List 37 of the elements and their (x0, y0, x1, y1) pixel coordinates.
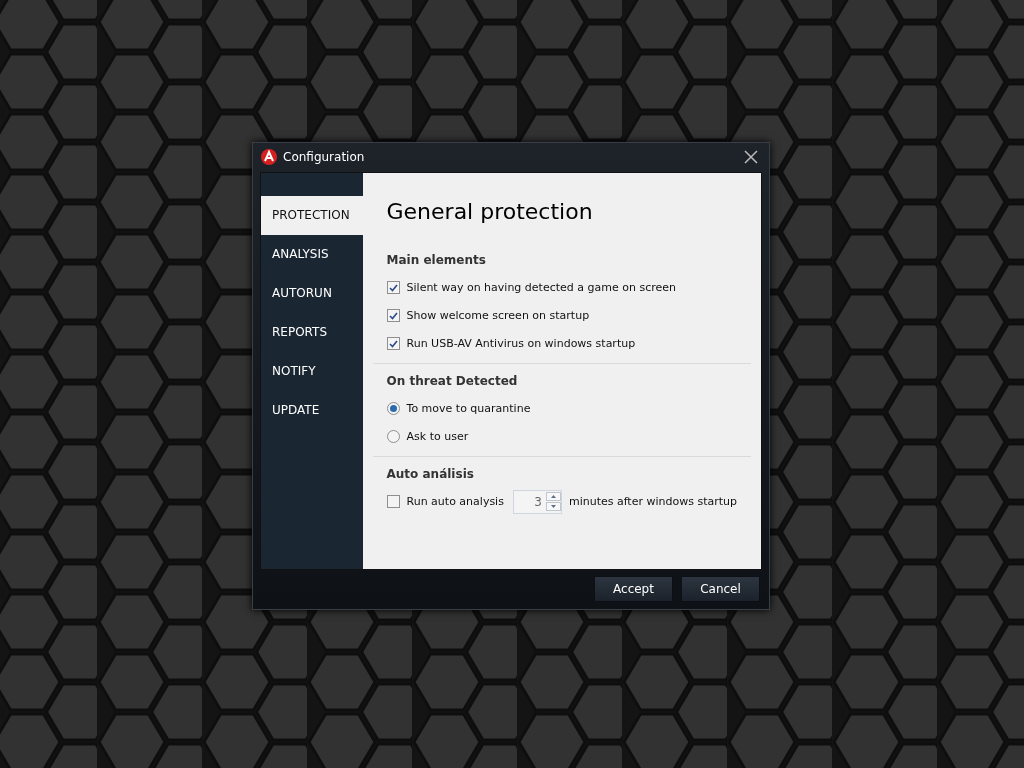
spin-down-button[interactable] (545, 502, 561, 511)
caret-up-icon (550, 495, 556, 498)
app-logo-icon (261, 149, 277, 165)
checkbox-label: Run USB-AV Antivirus on windows startup (406, 337, 636, 350)
sidebar-item[interactable]: UPDATE (261, 390, 363, 430)
spin-up-button[interactable] (545, 492, 561, 501)
window-title: Configuration (283, 150, 366, 164)
spinner-value: 3 (533, 494, 543, 509)
checkbox[interactable] (386, 495, 400, 508)
radio-button[interactable] (386, 402, 400, 415)
checkbox[interactable] (386, 281, 400, 294)
checkbox[interactable] (386, 337, 400, 350)
dialog-button[interactable]: Cancel (681, 576, 760, 602)
sidebar-item[interactable]: ANALYSIS (261, 234, 363, 274)
sidebar-item[interactable]: AUTORUN (261, 273, 363, 313)
spinner-suffix: minutes after windows startup (568, 495, 737, 508)
section-title: Main elements (386, 252, 487, 267)
sidebar-item[interactable]: REPORTS (261, 312, 363, 352)
checkbox-label: Show welcome screen on startup (406, 309, 590, 322)
section-title: Auto análisis (386, 466, 475, 481)
section-title: On threat Detected (386, 373, 519, 388)
checkmark-icon (388, 339, 398, 348)
sidebar-item[interactable]: PROTECTION (261, 195, 363, 235)
radio-button[interactable] (386, 430, 400, 443)
checkbox-label: Silent way on having detected a game on screen (406, 281, 676, 294)
caret-down-icon (550, 505, 556, 508)
dialog-button[interactable]: Accept (594, 576, 673, 602)
radio-label: Ask to user (406, 430, 469, 443)
page-heading: General protection (386, 198, 594, 224)
checkmark-icon (388, 311, 398, 320)
radio-label: To move to quarantine (406, 402, 531, 415)
sidebar-item[interactable]: NOTIFY (261, 351, 363, 391)
checkmark-icon (388, 283, 398, 292)
checkbox[interactable] (386, 309, 400, 322)
checkbox-label: Run auto analysis (406, 495, 504, 508)
close-icon (744, 150, 758, 164)
number-spinner[interactable]: 3 (512, 489, 562, 514)
